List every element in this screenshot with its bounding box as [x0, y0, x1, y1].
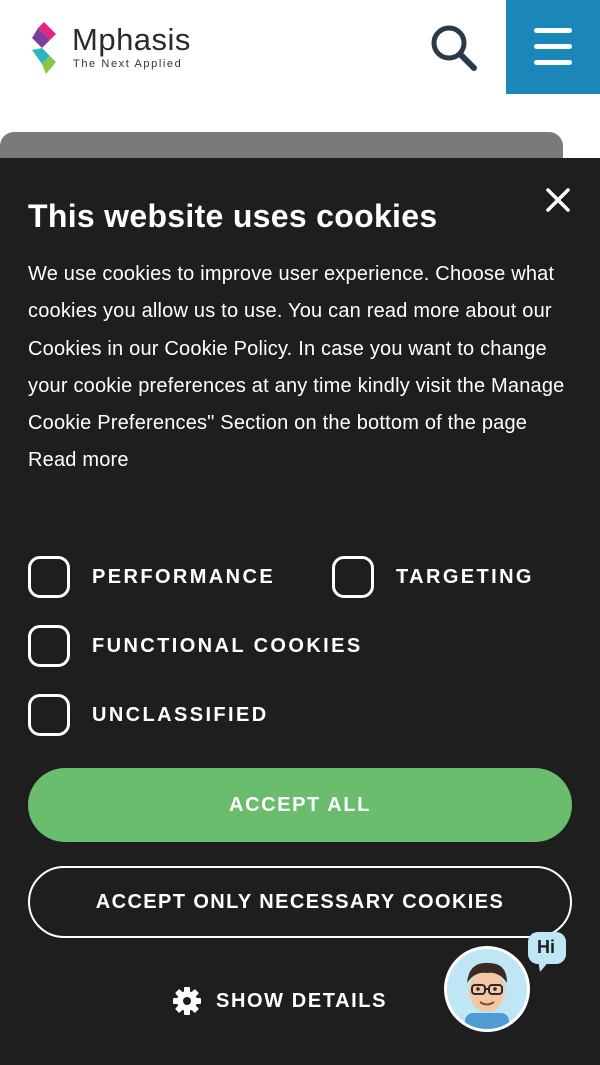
- targeting-checkbox[interactable]: TARGETING: [332, 553, 534, 601]
- performance-label: PERFORMANCE: [92, 565, 276, 588]
- checkbox-box[interactable]: [332, 556, 374, 598]
- site-header: Mphasis The Next Applied: [0, 0, 600, 94]
- logo-tagline: The Next Applied: [73, 58, 183, 70]
- accept-all-button[interactable]: ACCEPT ALL: [28, 768, 572, 842]
- chatbot-launcher[interactable]: Hi: [444, 932, 570, 1036]
- cookie-description: We use cookies to improve user experienc…: [28, 256, 573, 480]
- checkbox-box[interactable]: [28, 556, 70, 598]
- chatbot-avatar-icon: [465, 962, 509, 1029]
- cookie-description-text: We use cookies to improve user experienc…: [28, 263, 565, 435]
- performance-checkbox[interactable]: PERFORMANCE: [28, 553, 275, 601]
- functional-cookies-label: FUNCTIONAL COOKIES: [92, 634, 363, 657]
- show-details-label: SHOW DETAILS: [216, 989, 388, 1012]
- unclassified-checkbox[interactable]: UNCLASSIFIED: [28, 691, 269, 739]
- checkbox-box[interactable]: [28, 625, 70, 667]
- menu-button[interactable]: [506, 0, 600, 94]
- targeting-label: TARGETING: [396, 565, 534, 588]
- cookie-consent-panel: This website uses cookies We use cookies…: [0, 158, 600, 1065]
- close-icon: [546, 188, 570, 212]
- cookie-title: This website uses cookies: [28, 198, 438, 234]
- close-button[interactable]: [540, 182, 576, 218]
- accept-necessary-button[interactable]: ACCEPT ONLY NECESSARY COOKIES: [28, 866, 572, 938]
- logo-mark-icon: [32, 22, 56, 74]
- mphasis-logo[interactable]: Mphasis The Next Applied: [30, 18, 230, 76]
- speech-tail-icon: [538, 960, 550, 972]
- search-icon: [431, 25, 477, 71]
- hamburger-menu-icon: [534, 28, 572, 33]
- gear-icon: [173, 987, 201, 1015]
- chatbot-avatar: [444, 946, 530, 1032]
- show-details-button[interactable]: SHOW DETAILS: [172, 984, 387, 1018]
- read-more-link[interactable]: Read more: [28, 449, 129, 471]
- search-button[interactable]: [428, 22, 480, 72]
- chat-greeting-text: Hi: [537, 937, 555, 957]
- unclassified-label: UNCLASSIFIED: [92, 703, 269, 726]
- functional-cookies-checkbox[interactable]: FUNCTIONAL COOKIES: [28, 622, 363, 670]
- logo-name: Mphasis: [72, 22, 191, 57]
- checkbox-box[interactable]: [28, 694, 70, 736]
